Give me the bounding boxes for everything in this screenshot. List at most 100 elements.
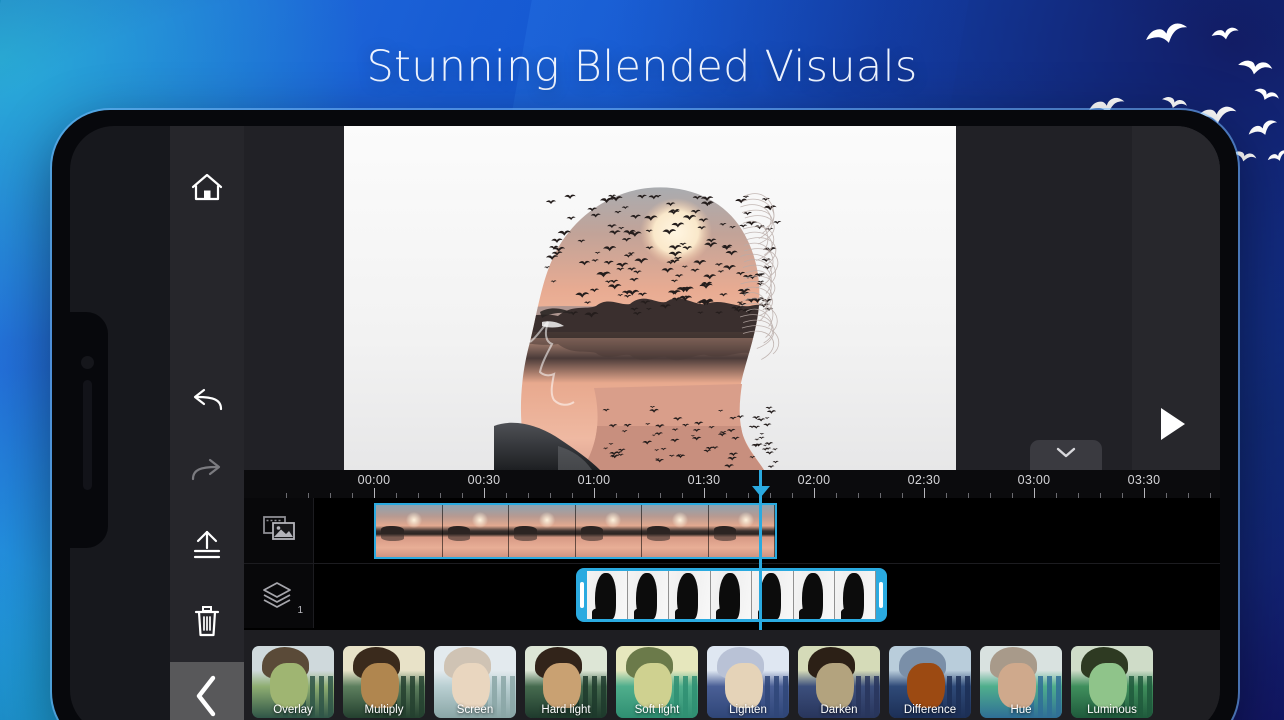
ruler-tick-label: 02:30 — [908, 473, 941, 487]
blend-mode-option[interactable]: Soft light — [616, 646, 698, 718]
play-icon — [1156, 406, 1188, 447]
thumbnail-face — [361, 663, 399, 708]
filmstrip-frame — [711, 571, 752, 619]
blend-mode-option[interactable]: Darken — [798, 646, 880, 718]
thumbnail-face — [816, 663, 854, 708]
delete-button[interactable] — [170, 594, 244, 648]
flock-bird — [773, 221, 781, 224]
blend-mode-option[interactable]: Multiply — [343, 646, 425, 718]
ruler-major-tick — [704, 488, 705, 498]
thumbnail-face — [634, 663, 672, 708]
video-editor-app: 00:00 00:30 01:00 01:30 02:00 02:30 03:00 03:30 — [170, 126, 1220, 720]
undo-button[interactable] — [170, 374, 244, 428]
filmstrip-frame — [835, 571, 876, 619]
track-body-layer[interactable] — [314, 564, 1220, 628]
layer-clip-filmstrip — [587, 571, 877, 619]
filmstrip-frame — [628, 571, 669, 619]
flock-bird — [546, 200, 556, 204]
timeline-ruler[interactable]: 00:00 00:30 01:00 01:30 02:00 02:30 03:00 03:30 — [244, 470, 1220, 498]
ruler-major-tick — [1034, 488, 1035, 498]
flock-bird — [743, 212, 752, 215]
home-button[interactable] — [170, 160, 244, 214]
play-button[interactable] — [1150, 404, 1194, 448]
trash-icon — [191, 604, 223, 638]
flock-bird — [567, 217, 576, 221]
editor-stage: 00:00 00:30 01:00 01:30 02:00 02:30 03:00 03:30 — [244, 126, 1220, 720]
ruler-major-tick — [484, 488, 485, 498]
hair-wisp — [742, 210, 772, 238]
blend-mode-option[interactable]: Lighten — [707, 646, 789, 718]
track-head-layer[interactable]: 1 — [244, 564, 314, 628]
preview-right-gutter — [956, 126, 1220, 470]
ruler-major-tick — [374, 488, 375, 498]
ruler-major-tick — [814, 488, 815, 498]
flock-bird — [763, 423, 771, 426]
thumbnail-face — [452, 663, 490, 708]
chevron-down-icon — [1055, 446, 1077, 464]
thumbnail-face — [270, 663, 308, 708]
filmstrip-frame — [642, 505, 709, 557]
filmstrip-frame — [576, 505, 643, 557]
clip-trim-handle-right[interactable] — [879, 582, 883, 608]
double-exposure-artwork — [344, 126, 956, 470]
chevron-left-icon — [192, 674, 222, 720]
blend-mode-label: Hard light — [525, 704, 607, 716]
thumbnail-face — [725, 663, 763, 708]
video-preview-canvas[interactable] — [344, 126, 956, 470]
flock-bird — [763, 445, 767, 447]
track-head-media[interactable] — [244, 498, 314, 563]
phone-device-frame: 00:00 00:30 01:00 01:30 02:00 02:30 03:00 03:30 — [52, 110, 1238, 720]
filmstrip-frame — [443, 505, 510, 557]
flock-bird — [773, 461, 779, 463]
timeline-track-media — [244, 498, 1220, 564]
blend-mode-option[interactable]: Hue — [980, 646, 1062, 718]
flock-bird — [766, 451, 774, 454]
blend-mode-strip[interactable]: Overlay Multiply Screen Hard light Soft ligh… — [244, 630, 1220, 720]
preview-row — [244, 126, 1220, 470]
blend-mode-label: Luminous — [1071, 704, 1153, 716]
blend-mode-label: Screen — [434, 704, 516, 716]
blend-mode-option[interactable]: Difference — [889, 646, 971, 718]
filmstrip-frame — [376, 505, 443, 557]
ruler-gutter — [244, 470, 314, 498]
flock-bird — [759, 437, 765, 439]
ruler-tick-label: 00:00 — [358, 473, 391, 487]
media-track-icon — [262, 514, 296, 547]
flock-bird — [735, 199, 747, 204]
track-body-media[interactable] — [314, 498, 1220, 563]
earpiece-speaker — [83, 380, 92, 490]
flock-bird — [765, 417, 770, 419]
redo-button[interactable] — [170, 444, 244, 498]
preview-left-gutter — [244, 126, 344, 470]
collapse-preview-button[interactable] — [1030, 440, 1102, 470]
clip-trim-handle-left[interactable] — [580, 582, 584, 608]
blend-mode-option[interactable]: Screen — [434, 646, 516, 718]
timeline-track-layer: 1 — [244, 564, 1220, 628]
ruler-major-tick — [1144, 488, 1145, 498]
filmstrip-frame — [587, 571, 628, 619]
flock-bird — [743, 196, 749, 199]
ruler-tick-label: 01:30 — [688, 473, 721, 487]
blend-mode-option[interactable]: Overlay — [252, 646, 334, 718]
blend-mode-label: Soft light — [616, 704, 698, 716]
blend-mode-option[interactable]: Hard light — [525, 646, 607, 718]
ruler-tick-label: 01:00 — [578, 473, 611, 487]
filmstrip-frame — [752, 571, 793, 619]
layer-clip[interactable] — [576, 568, 888, 622]
flock-bird — [767, 410, 776, 414]
blended-composition — [344, 126, 956, 470]
ruler-tick-label: 03:30 — [1128, 473, 1161, 487]
redo-icon — [189, 457, 225, 485]
export-button[interactable] — [170, 518, 244, 572]
blend-mode-option[interactable]: Luminous — [1071, 646, 1153, 718]
front-camera — [81, 356, 94, 369]
phone-notch — [70, 312, 108, 548]
flock-bird — [564, 195, 575, 199]
media-clip[interactable] — [374, 503, 777, 559]
filmstrip-frame — [709, 505, 776, 557]
export-icon — [189, 529, 225, 561]
phone-screen: 00:00 00:30 01:00 01:30 02:00 02:30 03:00 03:30 — [70, 126, 1220, 720]
flock-bird — [739, 224, 747, 227]
filmstrip-frame — [509, 505, 576, 557]
back-button[interactable] — [170, 662, 244, 720]
